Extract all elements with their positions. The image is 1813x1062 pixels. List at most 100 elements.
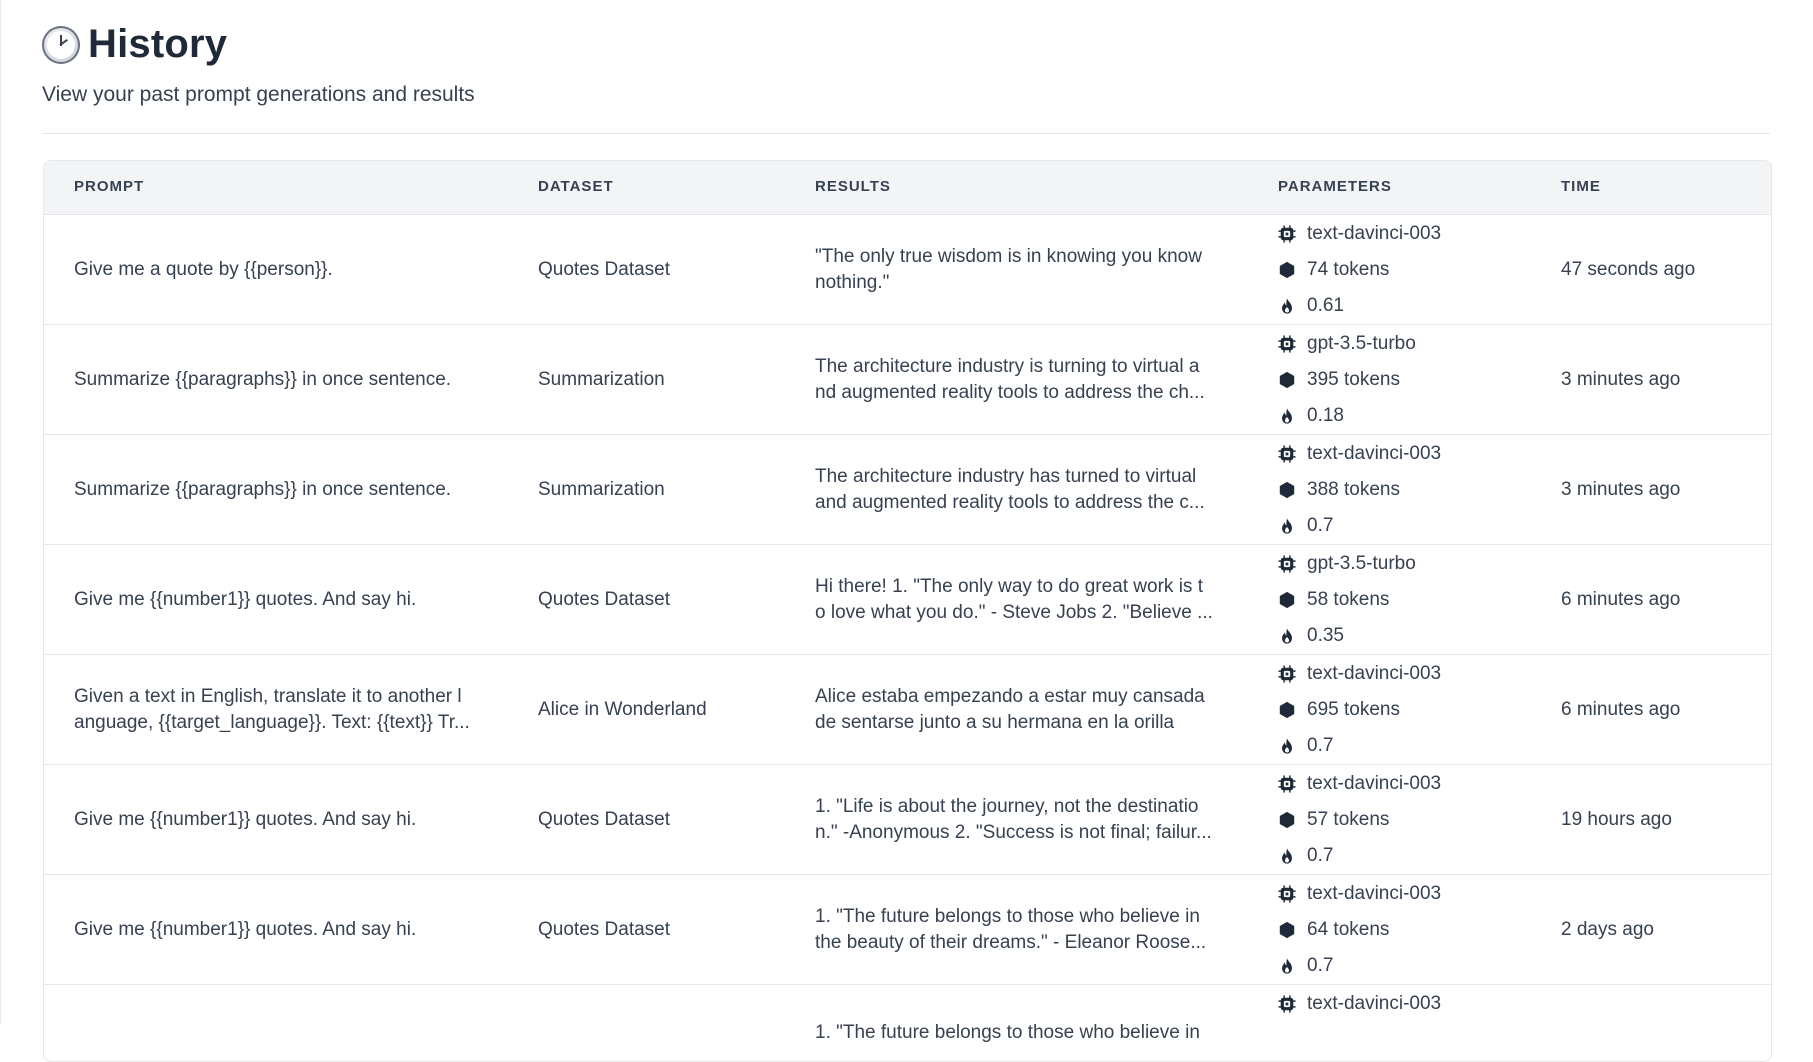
column-header-results: RESULTS (815, 178, 891, 195)
temperature-param: 0.7 (1278, 845, 1333, 867)
model-label: text-davinci-003 (1307, 773, 1442, 794)
chip-icon (1278, 665, 1296, 683)
table-row[interactable]: Give me {{number1}} quotes. And say hi. … (44, 765, 1771, 875)
page-subtitle: View your past prompt generations and re… (42, 83, 475, 106)
time-cell: 2 days ago (1561, 918, 1654, 940)
time-cell: 6 minutes ago (1561, 698, 1681, 720)
prompt-cell: Give me {{number1}} quotes. And say hi. (74, 808, 417, 830)
model-param: text-davinci-003 (1278, 773, 1441, 795)
time-cell: 47 seconds ago (1561, 258, 1696, 280)
clock-icon (42, 25, 80, 64)
table-header: PROMPT DATASET RESULTS PARAMETERS TIME (44, 161, 1771, 215)
model-param: text-davinci-003 (1278, 663, 1441, 685)
tokens-label: 58 tokens (1307, 589, 1390, 610)
temperature-label: 0.35 (1307, 625, 1344, 646)
tokens-label: 74 tokens (1307, 259, 1390, 280)
temperature-label: 0.7 (1307, 735, 1334, 756)
tokens-param: 395 tokens (1278, 369, 1400, 391)
page-title: History (88, 22, 228, 66)
column-header-time: TIME (1561, 178, 1601, 195)
flame-icon (1282, 298, 1292, 314)
dataset-cell: Alice in Wonderland (538, 698, 707, 720)
table-body: Give me a quote by {{person}}. Quotes Da… (44, 215, 1771, 1061)
header-divider (42, 133, 1770, 134)
prompt-cell: Give me a quote by {{person}}. (74, 258, 333, 280)
flame-icon (1282, 518, 1292, 534)
time-cell: 3 minutes ago (1561, 368, 1681, 390)
tokens-label: 695 tokens (1307, 699, 1400, 720)
chip-icon (1278, 995, 1296, 1013)
dataset-cell: Summarization (538, 368, 665, 390)
results-cell: 1. "Life is about the journey, not the d… (815, 795, 1212, 843)
time-cell: 6 minutes ago (1561, 588, 1681, 610)
hexagon-icon (1279, 921, 1295, 939)
time-cell: 19 hours ago (1561, 808, 1672, 830)
column-header-dataset: DATASET (538, 178, 614, 195)
table-row[interactable]: Give me a quote by {{person}}. Quotes Da… (44, 215, 1771, 325)
model-label: text-davinci-003 (1307, 443, 1442, 464)
tokens-label: 388 tokens (1307, 479, 1400, 500)
flame-icon (1282, 628, 1292, 644)
model-label: text-davinci-003 (1307, 663, 1442, 684)
model-param: gpt-3.5-turbo (1278, 333, 1416, 355)
tokens-param: 57 tokens (1278, 809, 1389, 831)
temperature-label: 0.7 (1307, 515, 1334, 536)
flame-icon (1282, 848, 1292, 864)
history-table: PROMPT DATASET RESULTS PARAMETERS TIME G… (43, 160, 1772, 1062)
temperature-param: 0.61 (1278, 295, 1344, 317)
temperature-param: 0.7 (1278, 735, 1333, 757)
flame-icon (1282, 958, 1292, 974)
prompt-cell: Summarize {{paragraphs}} in once sentenc… (74, 478, 452, 500)
chip-icon (1278, 775, 1296, 793)
table-row[interactable]: Given a text in English, translate it to… (44, 655, 1771, 765)
hexagon-icon (1279, 811, 1295, 829)
model-label: text-davinci-003 (1307, 883, 1442, 904)
model-param: text-davinci-003 (1278, 223, 1441, 245)
hexagon-icon (1279, 261, 1295, 279)
flame-icon (1282, 408, 1292, 424)
results-cell: "The only true wisdom is in knowing you … (815, 245, 1202, 293)
table-row[interactable]: Summarize {{paragraphs}} in once sentenc… (44, 435, 1771, 545)
results-cell: The architecture industry has turned to … (815, 465, 1205, 513)
temperature-param: 0.18 (1278, 405, 1344, 427)
dataset-cell: Quotes Dataset (538, 918, 671, 940)
table-row[interactable]: Summarize {{paragraphs}} in once sentenc… (44, 325, 1771, 435)
temperature-label: 0.7 (1307, 845, 1334, 866)
temperature-label: 0.18 (1307, 405, 1344, 426)
hexagon-icon (1279, 371, 1295, 389)
tokens-label: 64 tokens (1307, 919, 1390, 940)
prompt-cell: Given a text in English, translate it to… (74, 685, 470, 733)
tokens-param: 58 tokens (1278, 589, 1389, 611)
time-cell: 3 minutes ago (1561, 478, 1681, 500)
tokens-label: 57 tokens (1307, 809, 1390, 830)
chip-icon (1278, 555, 1296, 573)
chip-icon (1278, 445, 1296, 463)
tokens-param: 74 tokens (1278, 259, 1389, 281)
temperature-param: 0.35 (1278, 625, 1344, 647)
flame-icon (1282, 738, 1292, 754)
temperature-label: 0.61 (1307, 295, 1344, 316)
model-label: text-davinci-003 (1307, 993, 1442, 1014)
hexagon-icon (1279, 481, 1295, 499)
model-param: text-davinci-003 (1278, 443, 1441, 465)
temperature-label: 0.7 (1307, 955, 1334, 976)
prompt-cell: Summarize {{paragraphs}} in once sentenc… (74, 368, 452, 390)
column-header-parameters: PARAMETERS (1278, 178, 1392, 195)
dataset-cell: Summarization (538, 478, 665, 500)
hexagon-icon (1279, 591, 1295, 609)
chip-icon (1278, 885, 1296, 903)
table-row[interactable]: Give me {{number1}} quotes. And say hi. … (44, 545, 1771, 655)
table-row[interactable]: Give me {{number1}} quotes. And say hi. … (44, 875, 1771, 985)
chip-icon (1278, 335, 1296, 353)
page-edge (0, 0, 1, 1024)
dataset-cell: Quotes Dataset (538, 588, 671, 610)
temperature-param: 0.7 (1278, 955, 1333, 977)
results-cell: 1. "The future belongs to those who beli… (815, 905, 1207, 953)
results-cell: Hi there! 1. "The only way to do great w… (815, 575, 1213, 623)
prompt-cell: Give me {{number1}} quotes. And say hi. (74, 588, 417, 610)
tokens-param: 388 tokens (1278, 479, 1400, 501)
temperature-param: 0.7 (1278, 515, 1333, 537)
hexagon-icon (1279, 701, 1295, 719)
prompt-cell: Give me {{number1}} quotes. And say hi. (74, 918, 417, 940)
results-cell: Alice estaba empezando a estar muy cansa… (815, 685, 1205, 733)
